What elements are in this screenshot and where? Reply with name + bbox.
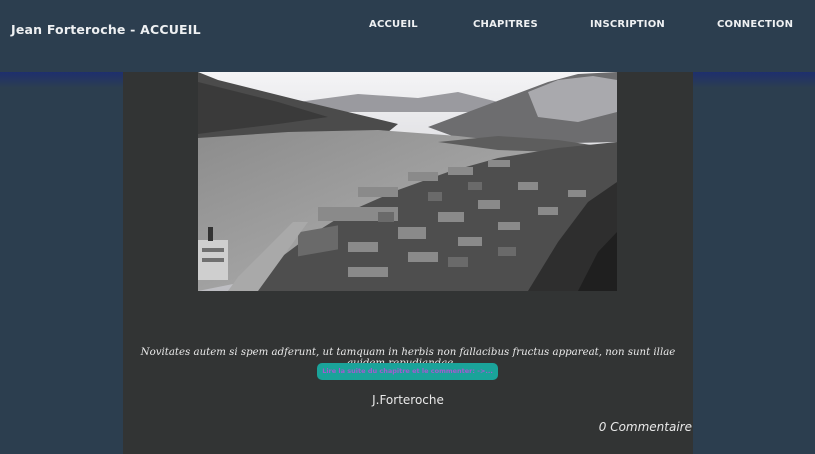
- nav-link-chapitres[interactable]: CHAPITRES: [473, 19, 538, 30]
- read-more-button[interactable]: Lire la suite du chapitre et le commente…: [317, 363, 498, 380]
- chapter-image: [198, 72, 617, 291]
- author-name: J.Forteroche: [372, 393, 444, 407]
- main-nav: ACCUEIL CHAPITRES INSCRIPTION CONNECTION: [0, 19, 815, 33]
- comment-count[interactable]: 0 Commentaire: [599, 420, 692, 434]
- nav-link-inscription[interactable]: INSCRIPTION: [590, 19, 665, 30]
- nav-link-connection[interactable]: CONNECTION: [717, 19, 793, 30]
- top-navbar: Jean Forteroche - ACCUEIL ACCUEIL CHAPIT…: [0, 0, 815, 72]
- river-town-photo: [198, 72, 617, 291]
- nav-link-accueil[interactable]: ACCUEIL: [369, 19, 418, 30]
- post-container: Novitates autem si spem adferunt, ut tam…: [123, 72, 693, 454]
